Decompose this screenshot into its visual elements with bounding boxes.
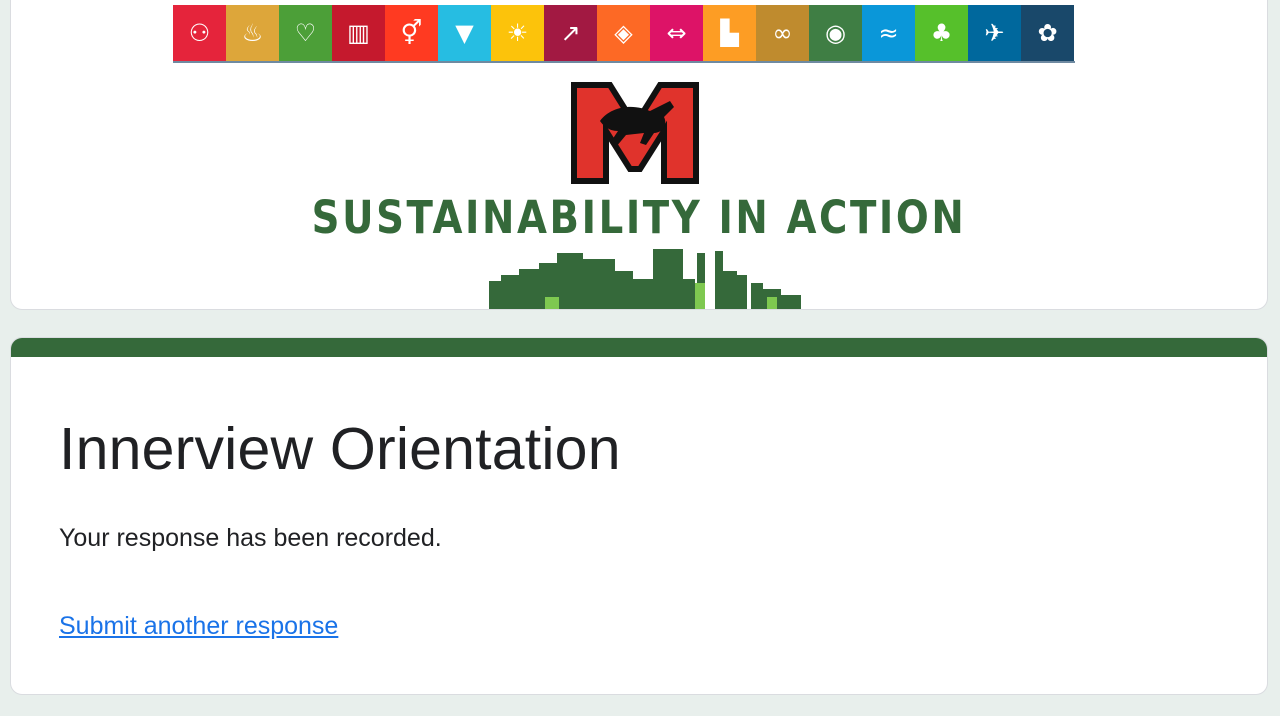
infinity-icon: ∞ bbox=[756, 5, 809, 61]
bowl-icon: ♨ bbox=[226, 5, 279, 61]
flower-icon: ✿ bbox=[1021, 5, 1074, 61]
city-icon: ▙ bbox=[703, 5, 756, 61]
sdg-icons-strip: ⚇ ♨ ♡ ▥ ⚥ ▼ ☀ ↗ ◈ ⇔ ▙ ∞ ◉ ≈ ♣ ✈ ✿ bbox=[173, 5, 1075, 63]
eye-globe-icon: ◉ bbox=[809, 5, 862, 61]
tree-icon: ♣ bbox=[915, 5, 968, 61]
confirmation-message: Your response has been recorded. bbox=[59, 524, 442, 552]
city-skyline-graphic bbox=[489, 249, 801, 309]
mustang-m-logo-icon bbox=[571, 82, 699, 184]
cubes-icon: ◈ bbox=[597, 5, 650, 61]
water-drop-icon: ▼ bbox=[438, 5, 491, 61]
theme-accent-bar bbox=[11, 338, 1267, 357]
book-icon: ▥ bbox=[332, 5, 385, 61]
growth-chart-icon: ↗ bbox=[544, 5, 597, 61]
heartbeat-icon: ♡ bbox=[279, 5, 332, 61]
dove-icon: ✈ bbox=[968, 5, 1021, 61]
sun-icon: ☀ bbox=[491, 5, 544, 61]
people-icon: ⚇ bbox=[173, 5, 226, 61]
gender-icon: ⚥ bbox=[385, 5, 438, 61]
form-title: Innerview Orientation bbox=[59, 416, 621, 482]
submit-another-response-link[interactable]: Submit another response bbox=[59, 612, 338, 641]
header-banner-card: ⚇ ♨ ♡ ▥ ⚥ ▼ ☀ ↗ ◈ ⇔ ▙ ∞ ◉ ≈ ♣ ✈ ✿ SUSTAINABILITY IN ACTI… bbox=[10, 0, 1268, 310]
fish-icon: ≈ bbox=[862, 5, 915, 61]
confirmation-card: Innerview Orientation Your response has … bbox=[10, 337, 1268, 695]
equality-icon: ⇔ bbox=[650, 5, 703, 61]
banner-title: SUSTAINABILITY IN ACTION bbox=[311, 191, 967, 244]
